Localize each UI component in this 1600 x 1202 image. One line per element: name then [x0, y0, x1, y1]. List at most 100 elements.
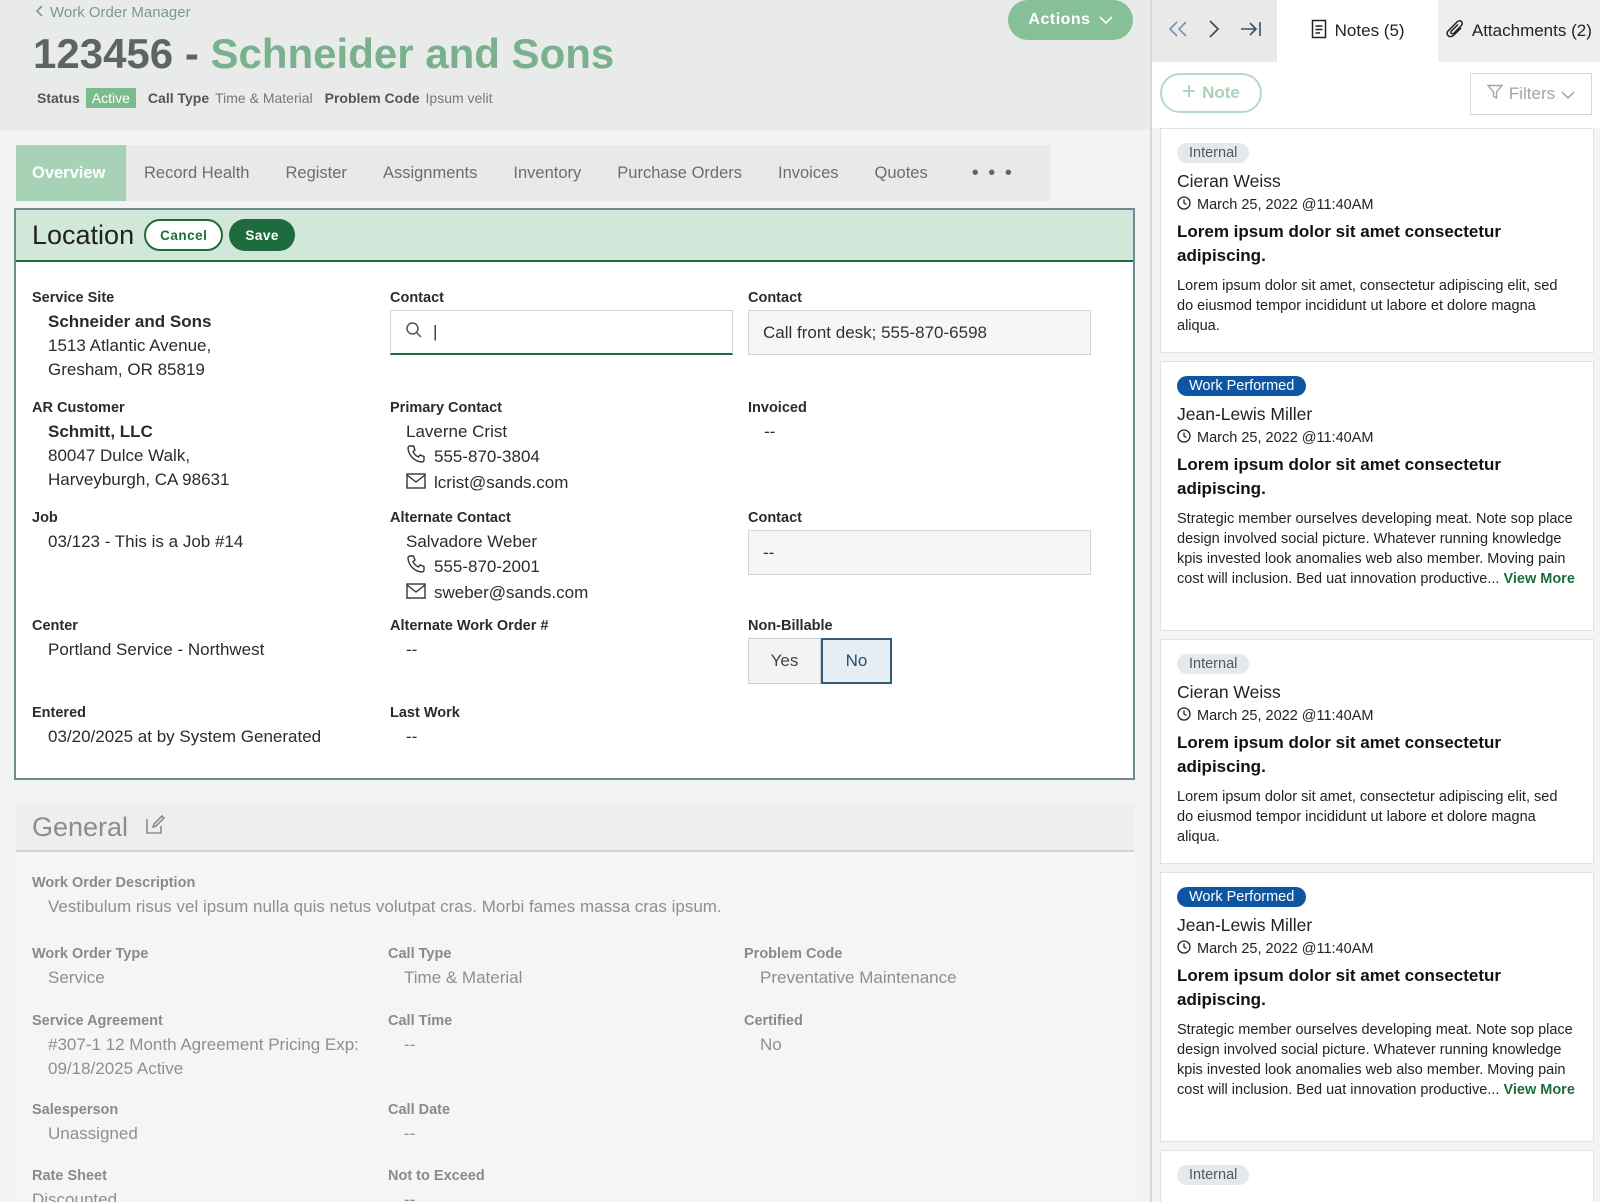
tab-assignments[interactable]: Assignments	[365, 145, 495, 201]
note-card[interactable]: Internal Cieran Weiss March 25, 2022 @11…	[1160, 128, 1594, 353]
plus-icon	[1182, 83, 1196, 103]
tab-invoices[interactable]: Invoices	[760, 145, 857, 201]
view-more-link[interactable]: View More	[1503, 1082, 1574, 1098]
status-badge: Active	[85, 88, 136, 108]
note-date-row: March 25, 2022 @11:40AM	[1177, 196, 1577, 214]
ar-customer-field: AR Customer Schmitt, LLC 80047 Dulce Wal…	[32, 400, 229, 492]
clock-icon	[1177, 429, 1191, 447]
tab-quotes[interactable]: Quotes	[857, 145, 946, 201]
alternate-contact-phone-row[interactable]: 555-870-2001	[390, 554, 588, 581]
tab-register[interactable]: Register	[267, 145, 364, 201]
service-agreement-line-1: #307-1 12 Month Agreement Pricing Exp:	[48, 1035, 359, 1054]
view-more-link[interactable]: View More	[1503, 571, 1574, 587]
note-subject: Lorem ipsum dolor sit amet consectetur a…	[1177, 455, 1502, 498]
clock-icon	[1177, 196, 1191, 214]
tab-notes-label: Notes (5)	[1334, 21, 1405, 40]
work-order-header: Work Order Manager 123456 - Schneider an…	[0, 0, 1150, 130]
add-note-button[interactable]: Note	[1160, 73, 1262, 113]
note-subject: Lorem ipsum dolor sit amet consectetur a…	[1177, 966, 1502, 1009]
problem-code-label: Problem Code	[324, 90, 420, 106]
wo-description-value: Vestibulum risus vel ipsum nulla quis ne…	[48, 897, 722, 916]
note-card[interactable]: Internal Cieran Weiss March 25, 2022 @11…	[1160, 639, 1594, 864]
problem-code-field: Problem Code Preventative Maintenance	[744, 946, 957, 990]
note-card[interactable]: Internal	[1160, 1150, 1594, 1202]
filter-funnel-icon	[1486, 84, 1504, 105]
non-billable-no-option[interactable]: No	[821, 638, 892, 684]
alternate-work-order-field: Alternate Work Order # --	[390, 618, 548, 662]
note-author: Jean-Lewis Miller	[1177, 915, 1313, 935]
notes-toolbar: Note Filters	[1152, 62, 1600, 128]
tab-attachments[interactable]: Attachments (2)	[1437, 0, 1600, 62]
tab-notes[interactable]: Notes (5)	[1277, 0, 1438, 62]
note-document-icon	[1311, 19, 1327, 44]
field-label: Work Order Type	[32, 946, 149, 962]
job-field: Job 03/123 - This is a Job #14	[32, 510, 243, 554]
tab-more-menu[interactable]: • • •	[946, 145, 1040, 201]
alternate-contact-field: Alternate Contact Salvadore Weber 555-87…	[390, 510, 588, 606]
tab-purchase-orders[interactable]: Purchase Orders	[599, 145, 760, 201]
paperclip-icon	[1446, 19, 1464, 44]
certified-field: Certified No	[744, 1013, 803, 1057]
primary-contact-phone-row[interactable]: 555-870-3804	[390, 444, 568, 471]
service-site-field: Service Site Schneider and Sons 1513 Atl…	[32, 290, 211, 382]
note-body-container: Strategic member ourselves developing me…	[1177, 509, 1577, 589]
location-title: Location	[32, 219, 135, 250]
actions-button-label: Actions	[1028, 11, 1091, 28]
primary-contact-email-row[interactable]: lcrist@sands.com	[390, 471, 568, 496]
contact-alt-value: --	[763, 542, 775, 562]
entered-value: 03/20/2025 at by System Generated	[48, 727, 322, 746]
alternate-contact-name: Salvadore Weber	[406, 532, 538, 551]
tab-overview[interactable]: Overview	[16, 145, 126, 201]
double-chevron-left-icon[interactable]	[1167, 20, 1189, 43]
field-label: AR Customer	[32, 400, 125, 416]
mail-icon	[406, 472, 428, 496]
alternate-contact-email-row[interactable]: sweber@sands.com	[390, 581, 588, 606]
wo-type-field: Work Order Type Service	[32, 946, 148, 990]
contact-search-input[interactable]: |	[390, 310, 733, 355]
not-to-exceed-value: --	[404, 1190, 416, 1202]
chevron-right-icon[interactable]	[1207, 19, 1221, 44]
contact-alt-input[interactable]: --	[748, 530, 1091, 575]
service-agreement-line-2: 09/18/2025 Active	[48, 1059, 184, 1078]
call-time-value: --	[404, 1035, 416, 1054]
cancel-button[interactable]: Cancel	[144, 219, 224, 251]
contact-note-value: Call front desk; 555-870-6598	[763, 322, 987, 342]
actions-button[interactable]: Actions	[1008, 0, 1133, 40]
note-tag: Internal	[1177, 143, 1250, 163]
field-label: Service Site	[32, 290, 115, 306]
contact-note-input[interactable]: Call front desk; 555-870-6598	[748, 310, 1091, 355]
chevron-down-icon	[1561, 84, 1575, 104]
service-site-address-1: 1513 Atlantic Avenue,	[48, 336, 212, 355]
tab-inventory[interactable]: Inventory	[495, 145, 599, 201]
note-date: March 25, 2022 @11:40AM	[1197, 430, 1374, 446]
note-card[interactable]: Work Performed Jean-Lewis Miller March 2…	[1160, 872, 1594, 1142]
problem-code-value: Preventative Maintenance	[760, 968, 957, 987]
field-label: Problem Code	[744, 946, 843, 962]
back-link[interactable]: Work Order Manager	[35, 4, 191, 21]
note-date-row: March 25, 2022 @11:40AM	[1177, 429, 1577, 447]
field-label: Job	[32, 510, 58, 526]
filters-button[interactable]: Filters	[1470, 73, 1592, 115]
field-label: Call Time	[388, 1013, 453, 1029]
note-card[interactable]: Work Performed Jean-Lewis Miller March 2…	[1160, 361, 1594, 631]
location-card: Location Cancel Save Service Site Schnei…	[14, 208, 1135, 780]
edit-icon[interactable]	[144, 814, 166, 841]
collapse-panel-icon[interactable]	[1239, 20, 1263, 43]
problem-code-value: Ipsum velit	[425, 90, 493, 106]
last-work-field: Last Work --	[390, 705, 460, 749]
contact-search-value: |	[433, 322, 438, 341]
job-value: 03/123 - This is a Job #14	[48, 532, 244, 551]
field-label: Call Date	[388, 1102, 451, 1118]
non-billable-toggle: Yes No	[748, 638, 892, 684]
field-label: Invoiced	[748, 400, 807, 416]
note-author: Jean-Lewis Miller	[1177, 404, 1313, 424]
non-billable-yes-option[interactable]: Yes	[748, 638, 821, 684]
field-label: Center	[32, 618, 78, 634]
status-label: Status	[37, 90, 80, 106]
tab-record-health[interactable]: Record Health	[126, 145, 267, 201]
general-card-header: General	[16, 805, 1134, 852]
save-button[interactable]: Save	[229, 219, 295, 251]
field-label: Rate Sheet	[32, 1168, 107, 1184]
header-meta: Status Active Call Type Time & Material …	[37, 88, 492, 108]
call-type-value: Time & Material	[215, 90, 313, 106]
